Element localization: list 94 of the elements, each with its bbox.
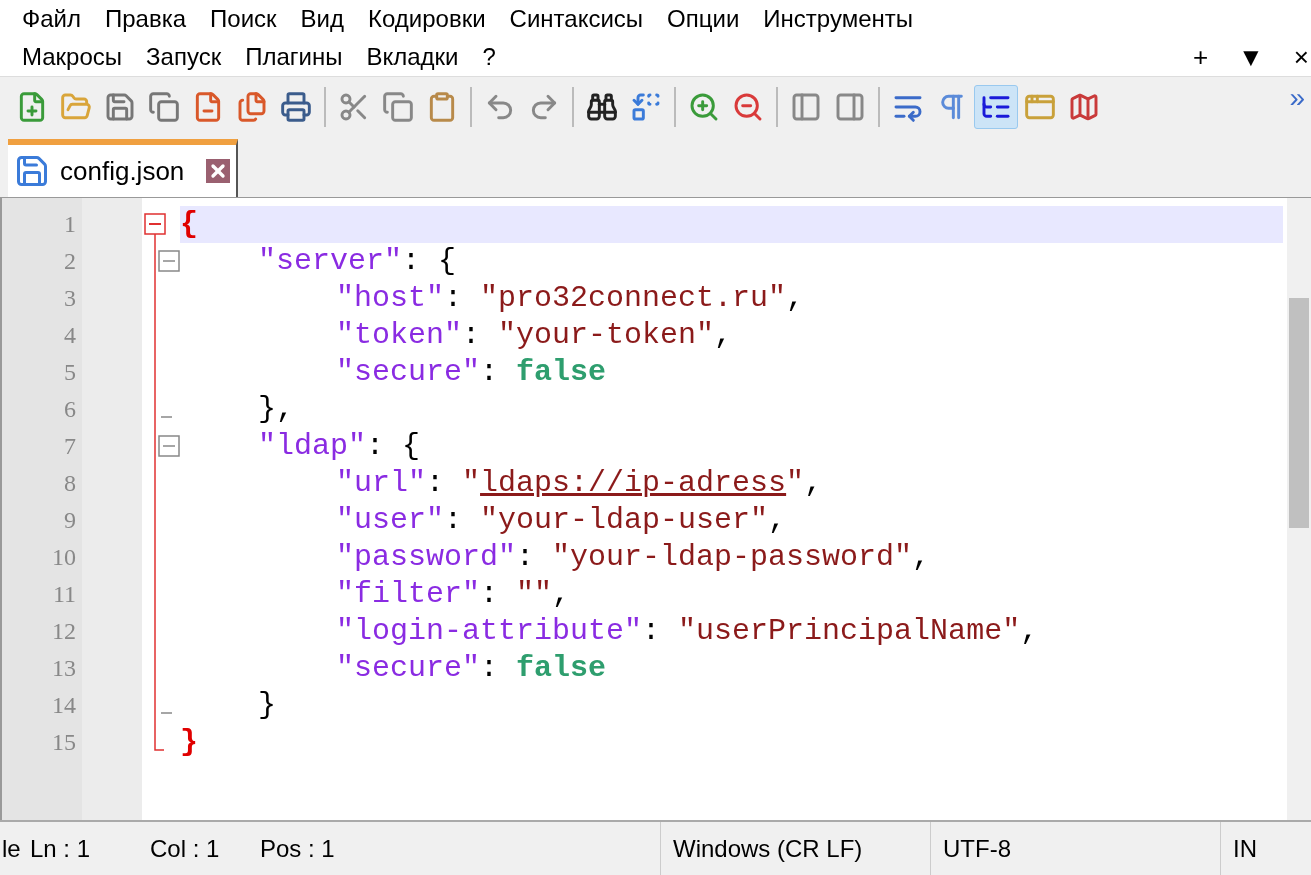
code-token: "" — [516, 576, 553, 613]
code-token: "filter" — [336, 576, 481, 613]
menu-item[interactable]: Опции — [667, 1, 740, 37]
line-number: 7 — [63, 432, 77, 461]
code-token: "token" — [336, 317, 463, 354]
line-number: 9 — [63, 506, 77, 535]
code-token: : — [480, 354, 500, 391]
code-token: : — [462, 317, 482, 354]
code-token: : — [516, 539, 536, 576]
menu-item[interactable]: Инструменты — [763, 1, 913, 37]
code-token: "ldap" — [258, 428, 367, 465]
menu-item[interactable]: Поиск — [210, 1, 277, 37]
toolbar-button[interactable] — [974, 84, 1018, 129]
line-number: 4 — [63, 321, 77, 350]
fold-box-icon[interactable] — [154, 428, 180, 465]
code-token: , — [912, 539, 931, 576]
copy-icon — [382, 90, 414, 123]
code-token: "login-attribute" — [336, 613, 643, 650]
fold-end-icon — [154, 391, 173, 428]
line-number: 11 — [51, 580, 77, 609]
code-token: : — [426, 465, 446, 502]
code-token: , — [786, 280, 805, 317]
code-token: "your-token" — [498, 317, 715, 354]
code-token: "pro32connect.ru" — [480, 280, 787, 317]
code-token: false — [516, 354, 607, 391]
code-token: "server" — [258, 243, 403, 280]
menu-item[interactable]: Вкладки — [366, 39, 459, 75]
printer-icon — [280, 90, 312, 123]
code-token: : — [444, 502, 464, 539]
line-number: 1 — [63, 210, 77, 239]
code-token: : — [444, 280, 464, 317]
tab-label: config.json — [60, 154, 185, 188]
status-eol: Windows (CR LF) — [660, 822, 930, 875]
menu-item[interactable]: Запуск — [146, 39, 222, 75]
menu-item[interactable]: Кодировки — [368, 1, 486, 37]
line-number: 10 — [51, 543, 77, 572]
code-token: false — [516, 650, 607, 687]
menu-item[interactable]: ? — [482, 39, 496, 75]
scrollbar-thumb[interactable] — [1289, 298, 1309, 528]
code-token: "your-ldap-user" — [480, 502, 769, 539]
line-number: 8 — [63, 469, 77, 498]
code-token: : { — [402, 243, 457, 280]
status-text: le — [1, 833, 22, 864]
menu-item[interactable]: Синтаксисы — [509, 1, 644, 37]
line-number: 15 — [51, 728, 77, 757]
menu-item[interactable]: Макросы — [22, 39, 123, 75]
code-token: : — [642, 613, 662, 650]
status-encoding: UTF-8 — [930, 822, 1220, 875]
code-token: , — [714, 317, 733, 354]
code-token: }, — [258, 391, 294, 428]
code-token: "password" — [336, 539, 517, 576]
code-token: : — [480, 650, 500, 687]
code-token: , — [768, 502, 787, 539]
line-number: 5 — [63, 358, 77, 387]
line-number: 3 — [63, 284, 77, 313]
code-token: "user" — [336, 502, 445, 539]
status-position: Pos : 1 — [260, 833, 336, 864]
menu-item[interactable]: Правка — [105, 1, 187, 37]
code-token: "userPrincipalName" — [678, 613, 1021, 650]
window-control-button[interactable]: + — [1192, 44, 1209, 70]
line-number: 14 — [51, 691, 77, 720]
menu-item[interactable]: Плагины — [245, 39, 343, 75]
status-mode: IN — [1220, 822, 1311, 875]
line-number: 6 — [63, 395, 77, 424]
code-token: } — [258, 687, 276, 724]
code-token: , — [1020, 613, 1039, 650]
code-token: } — [180, 724, 198, 761]
line-number: 13 — [51, 654, 77, 683]
code-token: , — [804, 465, 823, 502]
code-token: "your-ldap-password" — [552, 539, 913, 576]
line-number: 12 — [51, 617, 77, 646]
code-token: , — [552, 576, 571, 613]
status-line: Ln : 1 — [30, 833, 92, 864]
code-token: : { — [366, 428, 421, 465]
line-number: 2 — [63, 247, 77, 276]
code-token: "secure" — [336, 650, 481, 687]
code-token: "url" — [336, 465, 426, 502]
code-token: " — [786, 465, 805, 502]
overflow-chevron[interactable]: » — [1289, 77, 1305, 119]
fold-box-icon[interactable] — [154, 243, 180, 280]
window-control-button[interactable]: × — [1293, 44, 1309, 70]
close-tab-icon[interactable] — [206, 159, 231, 183]
code-token: " — [462, 465, 481, 502]
menu-item[interactable]: Вид — [300, 1, 345, 37]
code-token: ldaps://ip-adress — [480, 465, 787, 502]
status-column: Col : 1 — [150, 830, 260, 867]
file-tab[interactable]: config.json — [8, 139, 239, 197]
code-token: : — [480, 576, 500, 613]
files-icon — [236, 90, 268, 123]
window-control-button[interactable]: ▼ — [1238, 44, 1264, 70]
menu-item[interactable]: Файл — [22, 1, 81, 37]
code-token: { — [180, 206, 198, 243]
code-token: "secure" — [336, 354, 481, 391]
code-token: "host" — [336, 280, 445, 317]
